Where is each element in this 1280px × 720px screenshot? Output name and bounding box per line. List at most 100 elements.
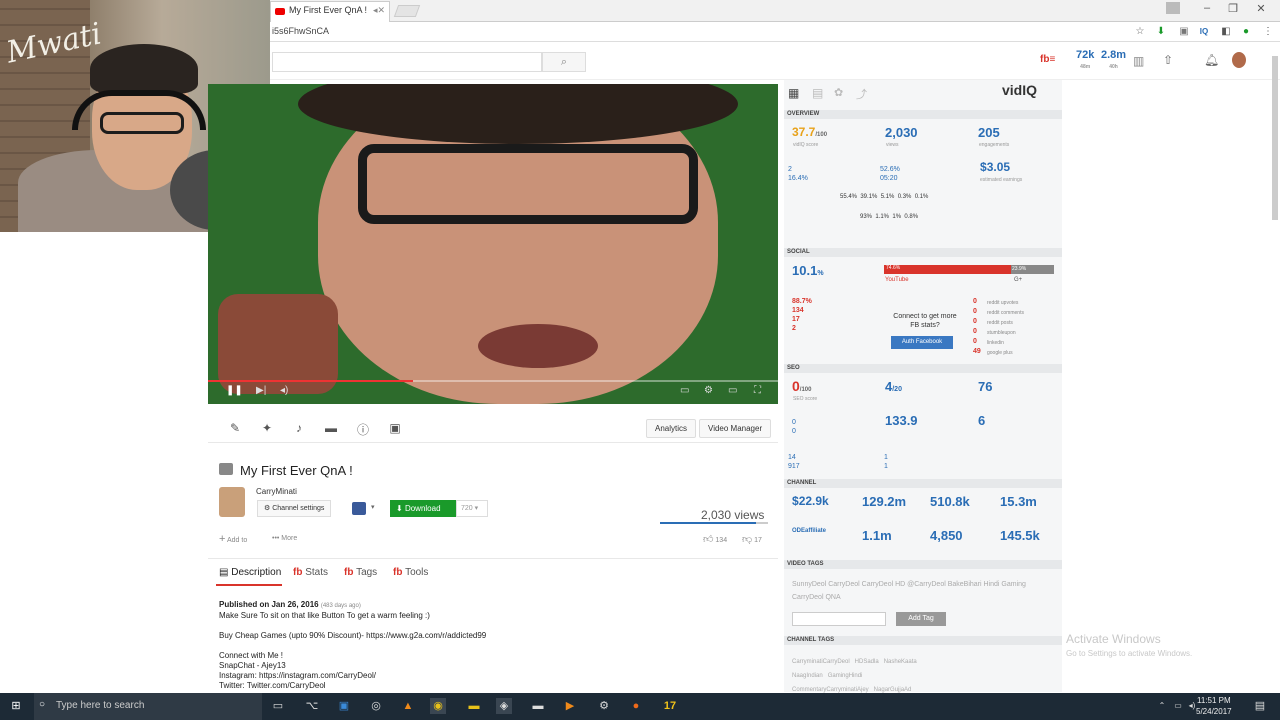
next-icon[interactable]: ▶| [256,385,266,396]
reddit-values: 0 0 0 0 0 49 [973,298,981,355]
tab-tags[interactable]: fb Tags [344,567,377,578]
tab-description[interactable]: ▤ Description [219,567,281,578]
vidiq-extension-icon[interactable]: IQ [1198,26,1210,38]
app-icon[interactable]: ◎ [368,698,384,714]
theater-icon[interactable]: ▭ [728,385,737,396]
twitter-icon[interactable]: ✿ [834,86,843,99]
more-button[interactable]: ••• More [272,535,297,542]
subtitles-icon[interactable]: ▭ [680,385,689,396]
extension-icon[interactable]: ◧ [1220,26,1232,38]
auth-facebook-button[interactable]: Auth Facebook [891,336,953,349]
total-views: 129.2m [862,494,907,509]
tab-tools[interactable]: fb Tools [393,567,428,578]
mute-icon[interactable]: ◂✕ [373,5,385,15]
extension-icon[interactable]: ● [1240,26,1252,38]
trend-icon[interactable]: ⤴ [856,86,867,102]
header-stat-1: 72k 48m [1076,49,1095,71]
url-field[interactable]: i5s6FhwSnCA [272,26,329,36]
annotations-icon[interactable]: ▬ [324,421,338,435]
pause-icon[interactable]: ❚❚ [226,385,243,396]
extension-icon[interactable]: ▣ [1178,26,1190,38]
music-note-icon[interactable]: ♪ [292,421,306,435]
task-view-icon[interactable]: ▭ [270,698,286,714]
clock[interactable]: 11:51 PM 5/24/2017 [1196,695,1232,717]
desc-links: 6 [978,413,986,428]
app-icon[interactable]: ▣ [336,698,352,714]
add-tag-input[interactable] [792,612,886,626]
more-label: More [281,535,298,542]
share-icon[interactable] [352,502,366,515]
active-tab-indicator [216,584,282,586]
info-icon[interactable]: ⓘ [356,421,370,437]
notifications-icon[interactable]: ▤ [1252,698,1268,714]
channel-name[interactable]: CarryMinati [256,487,297,496]
grid-icon[interactable]: ▦ [788,86,799,100]
app-icon[interactable]: ⌥ [304,698,320,714]
app-icon[interactable]: ▲ [400,698,416,714]
scrollbar[interactable] [1272,56,1278,220]
bell-icon[interactable]: 🔔︎ [1204,53,1219,67]
chart-icon[interactable]: ▥ [1133,54,1144,68]
channel-affiliate: ODEaffiliate [792,528,827,534]
captions-icon[interactable]: ▣ [388,421,402,435]
channel-settings-button[interactable]: ⚙ Channel settings [257,500,332,517]
upload-icon[interactable]: ⇧ [1163,53,1173,67]
app-icon[interactable]: ● [628,698,644,714]
search-button[interactable]: ⌕ [542,52,586,72]
image-icon[interactable]: ▤ [812,86,823,100]
magic-wand-icon[interactable]: ✦ [260,421,274,435]
avg-view: 52.6% 05:20 [880,166,900,182]
channel-settings-label: Channel settings [272,505,325,512]
vidiq-menu-icon[interactable]: fb≡ [1040,54,1055,65]
star-icon[interactable]: ☆ [1134,26,1146,38]
tab-stats[interactable]: fb Stats [293,567,328,578]
download-button[interactable]: ⬇ Download [390,500,456,517]
app-icon[interactable]: ▬ [530,698,546,714]
fullscreen-icon[interactable]: ⛶ [754,385,761,396]
tray-chevron-icon[interactable]: ⌃ [1154,698,1170,714]
header-stat-2: 2.8m 40h [1101,49,1127,71]
app-icon[interactable]: 17 [662,698,678,714]
channel-avatar[interactable] [219,487,245,517]
video-manager-button[interactable]: Video Manager [699,419,772,438]
download-arrow-icon[interactable]: ⬇ [1155,26,1167,38]
word-count: 76 [978,379,993,394]
video-player[interactable] [208,84,778,404]
taskbar: ⊞ ○ Type here to search ▭ ⌥ ▣ ◎ ▲ ◉ ▬ ◈ ▬… [0,693,1280,720]
volume-icon[interactable]: ◂) [280,385,288,396]
close-icon[interactable]: ✕ [1250,2,1272,18]
video-tags-list: SunnyDeol CarryDeol CarryDeol HD @CarryD… [792,581,1026,601]
gplus-label: G+ [1014,277,1023,283]
minimize-icon[interactable]: – [1196,2,1218,18]
menu-dots-icon[interactable]: ⋮ [1262,26,1274,38]
add-to-button[interactable]: + Add to [219,533,247,545]
taskbar-search[interactable]: ○ Type here to search [34,693,262,720]
user-icon[interactable] [1166,2,1180,14]
progress-bar[interactable] [208,380,778,382]
file-explorer-icon[interactable]: ▬ [466,698,482,714]
quality-select[interactable]: 720 ▾ [456,500,488,517]
browser-tab[interactable]: My First Ever QnA ! ◂✕ [270,1,390,22]
video-edit-toolbar: ✎ ✦ ♪ ▬ ⓘ ▣ Analytics Video Manager [208,413,778,443]
earnings: $3.05 [980,160,1011,174]
windows-start-icon[interactable]: ⊞ [8,698,24,714]
like-button[interactable]: 👍︎ 134 [703,533,727,545]
avatar[interactable] [1232,52,1246,68]
app-icon[interactable]: ▶ [562,698,578,714]
chevron-down-icon[interactable]: ▾ [371,503,375,511]
like-count: 134 [715,537,728,544]
chrome-icon[interactable]: ◉ [430,698,446,714]
new-tab-button[interactable] [393,5,421,17]
search-input[interactable] [272,52,542,72]
add-tag-button[interactable]: Add Tag [896,612,946,626]
tab-title: My First Ever QnA ! [289,5,368,15]
app-icon[interactable]: ⚙ [596,698,612,714]
pencil-icon[interactable]: ✎ [228,421,242,435]
daily-subs: 4,850 [930,528,963,543]
dislike-button[interactable]: 👎︎ 17 [742,533,762,545]
restore-icon[interactable]: ❐ [1222,2,1244,18]
settings-icon[interactable]: ⚙ [704,385,713,396]
analytics-button[interactable]: Analytics [646,419,697,438]
social-stats: 88.7% 134 17 2 [792,298,812,332]
steam-icon[interactable]: ◈ [496,698,512,714]
